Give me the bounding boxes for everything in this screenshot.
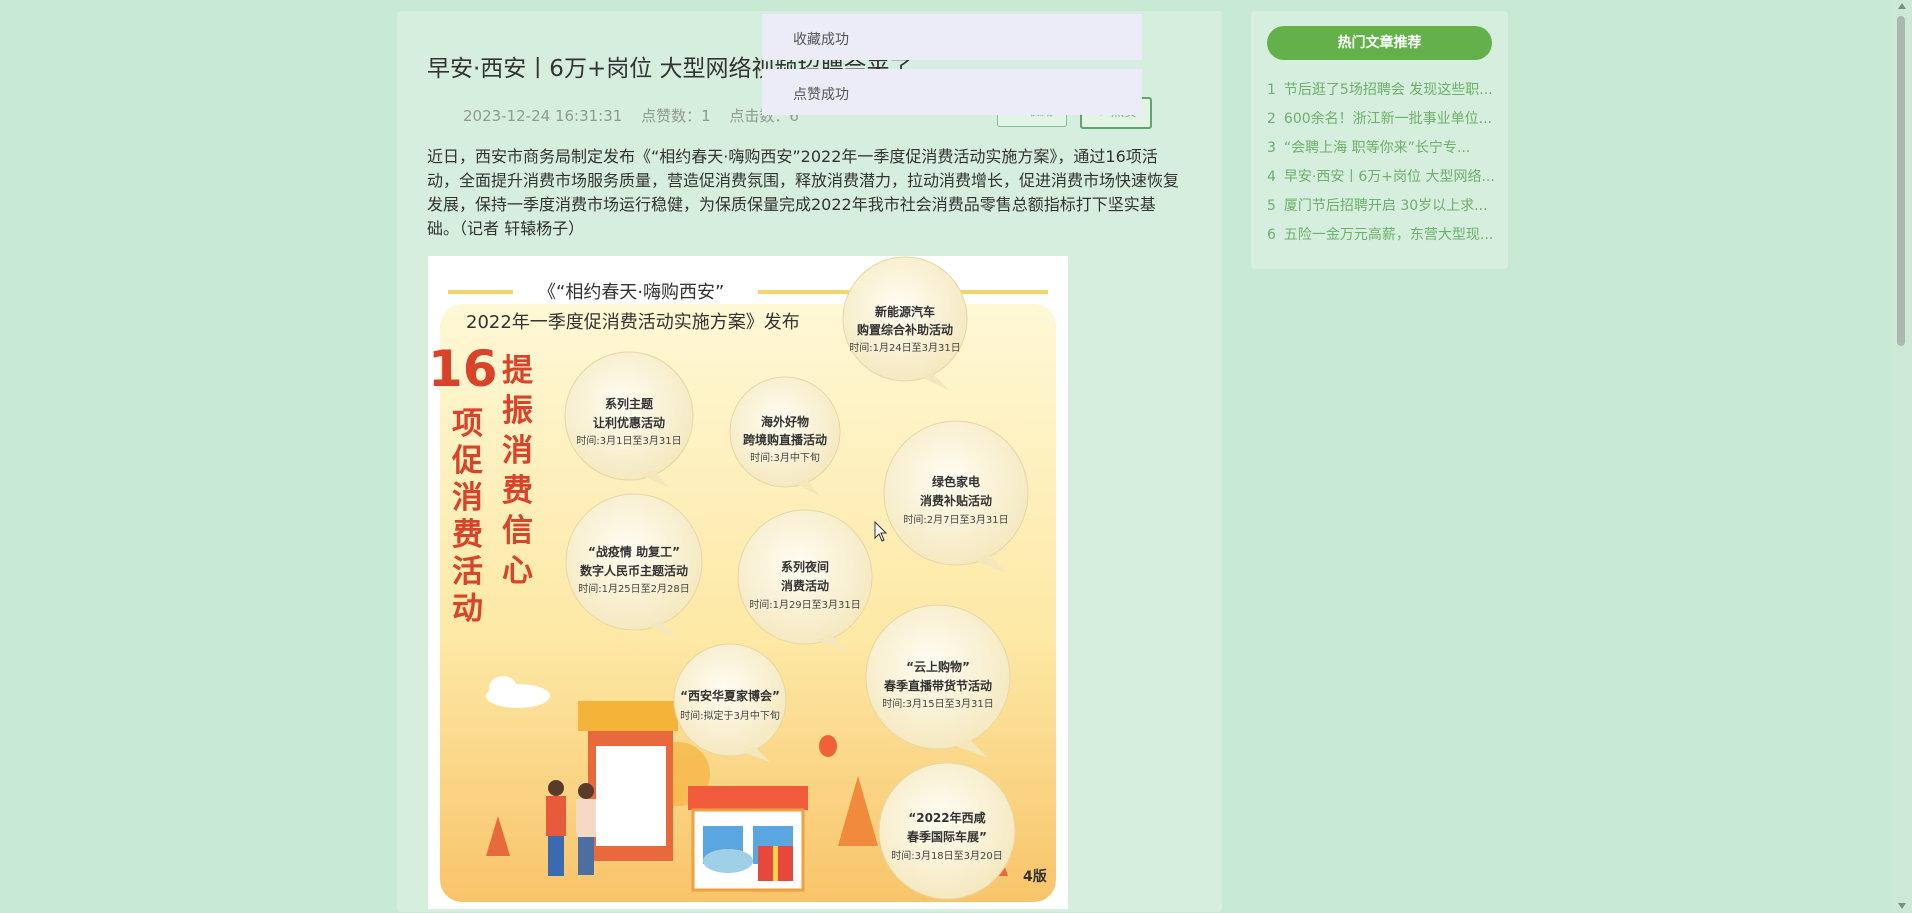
bubble-4-line2: 消费补贴活动 [920,493,992,508]
bubble-2-line1: 系列主题 [605,396,654,411]
bubble-9-time: 时间:3月18日至3月20日 [891,849,1003,862]
article-date: 2023-12-24 16:31:31 [463,107,623,125]
bubble-4-time: 时间:2月7日至3月31日 [903,513,1008,526]
page-scrollbar[interactable] [1892,0,1912,912]
svg-text:费: 费 [452,517,483,553]
bubble-7-line1: “云上购物” [906,659,970,674]
hot-article-label: 厦门节后招聘开启 30岁以上求... [1283,198,1488,214]
bubble-2-time: 时间:3月1日至3月31日 [576,434,681,447]
svg-text:项: 项 [452,406,483,442]
svg-text:提: 提 [502,353,534,389]
svg-text:动: 动 [452,591,483,627]
hot-article-label: 600余名！浙江新一批事业单位... [1283,111,1492,127]
bubble-9-line1: “2022年西咸 [908,810,985,825]
article-meta: 2023-12-24 16:31:31 点赞数：1 点击数：6 [463,105,813,126]
svg-text:振: 振 [502,393,533,429]
hot-article-number: 1 [1267,82,1276,98]
hot-article-link[interactable]: 2 600余名！浙江新一批事业单位... [1267,108,1499,137]
hot-article-number: 2 [1267,111,1276,127]
bubble-7-line2: 春季直播带货节活动 [883,678,992,693]
bubble-1-line1: 新能源汽车 [875,304,935,319]
bubble-1-line2: 购置综合补助活动 [857,322,953,337]
bubble-3-line2: 跨境购直播活动 [743,432,827,447]
hot-article-number: 5 [1267,198,1276,214]
bubble-7-time: 时间:3月15日至3月31日 [882,697,994,710]
mouse-cursor-icon [874,521,888,542]
hot-articles-header-button[interactable]: 热门文章推荐 [1267,26,1492,60]
svg-text:消: 消 [452,480,483,516]
bubble-5-line2: 数字人民币主题活动 [580,563,688,578]
scroll-down-arrow-icon[interactable] [1898,903,1906,909]
svg-text:促: 促 [451,443,483,479]
hot-article-number: 4 [1267,169,1276,185]
article-body: 近日，西安市商务局制定发布《“相约春天·嗨购西安”2022年一季度促消费活动实施… [427,147,1180,238]
toast-like-success: 点赞成功 [762,69,1142,115]
hot-article-label: 早安·西安丨6万+岗位 大型网络... [1283,169,1495,185]
svg-text:消: 消 [502,433,533,469]
poster-title-line1: 《“相约春天·嗨购西安” [538,282,724,303]
bubble-3-time: 时间:3月中下旬 [750,451,820,464]
hot-article-label: “会聘上海 职等你来”长宁专... [1283,140,1471,156]
bubble-5-line1: “战疫情 助复工” [588,544,680,559]
hot-article-label: 节后逛了5场招聘会 发现这些职... [1283,82,1493,98]
article-panel: 早安·西安丨6万+岗位 大型网络视频招聘会来了 2023-12-24 16:31… [397,11,1222,912]
bubble-6-time: 时间:1月29日至3月31日 [749,598,861,611]
svg-text:信: 信 [502,513,533,549]
article-poster-image: 《“相约春天·嗨购西安” 2022年一季度促消费活动实施方案》发布 16 项 促… [428,256,1068,909]
svg-text:活: 活 [452,554,483,590]
bubble-8-time: 时间:拟定于3月中下旬 [680,709,780,722]
bubble-8-line1: “西安华夏家博会” [680,688,780,703]
bubble-1-time: 时间:1月24日至3月31日 [849,341,961,354]
like-count: 点赞数：1 [641,107,711,125]
bubble-5-time: 时间:1月25日至2月28日 [578,582,690,595]
bubble-4-line1: 绿色家电 [932,474,980,489]
hot-article-link[interactable]: 5 厦门节后招聘开启 30岁以上求... [1267,195,1499,224]
bubble-3-line1: 海外好物 [761,414,809,429]
bubble-2-line2: 让利优惠活动 [593,415,665,430]
hot-article-number: 3 [1267,140,1276,156]
hot-article-link[interactable]: 1 节后逛了5场招聘会 发现这些职... [1267,79,1499,108]
bubble-6-line1: 系列夜间 [781,559,829,574]
scrollbar-thumb[interactable] [1897,16,1905,346]
hot-article-label: 五险一金万元高薪，东营大型现... [1283,227,1494,243]
hot-article-link[interactable]: 3 “会聘上海 职等你来”长宁专... [1267,137,1499,166]
poster-badge: 4版 [1023,868,1047,885]
svg-text:费: 费 [502,473,533,509]
bubble-6-line2: 消费活动 [781,578,829,593]
svg-text:心: 心 [502,553,533,589]
toast-collect-success: 收藏成功 [762,14,1142,60]
hot-articles-sidebar: 热门文章推荐 1 节后逛了5场招聘会 发现这些职... 2 600余名！浙江新一批事… [1251,11,1508,269]
svg-text:16: 16 [428,340,498,398]
hot-article-number: 6 [1267,227,1276,243]
poster-title-line2: 2022年一季度促消费活动实施方案》发布 [466,312,800,333]
hot-article-link[interactable]: 4 早安·西安丨6万+岗位 大型网络... [1267,166,1499,195]
hot-article-link[interactable]: 6 五险一金万元高薪，东营大型现... [1267,224,1499,253]
poster-bubble-9: “2022年西咸 春季国际车展” 时间:3月18日至3月20日 [878,762,1016,900]
bubble-9-line2: 春季国际车展” [906,829,987,844]
scroll-up-arrow-icon[interactable] [1898,3,1906,9]
hot-articles-list: 1 节后逛了5场招聘会 发现这些职... 2 600余名！浙江新一批事业单位... … [1267,79,1499,253]
